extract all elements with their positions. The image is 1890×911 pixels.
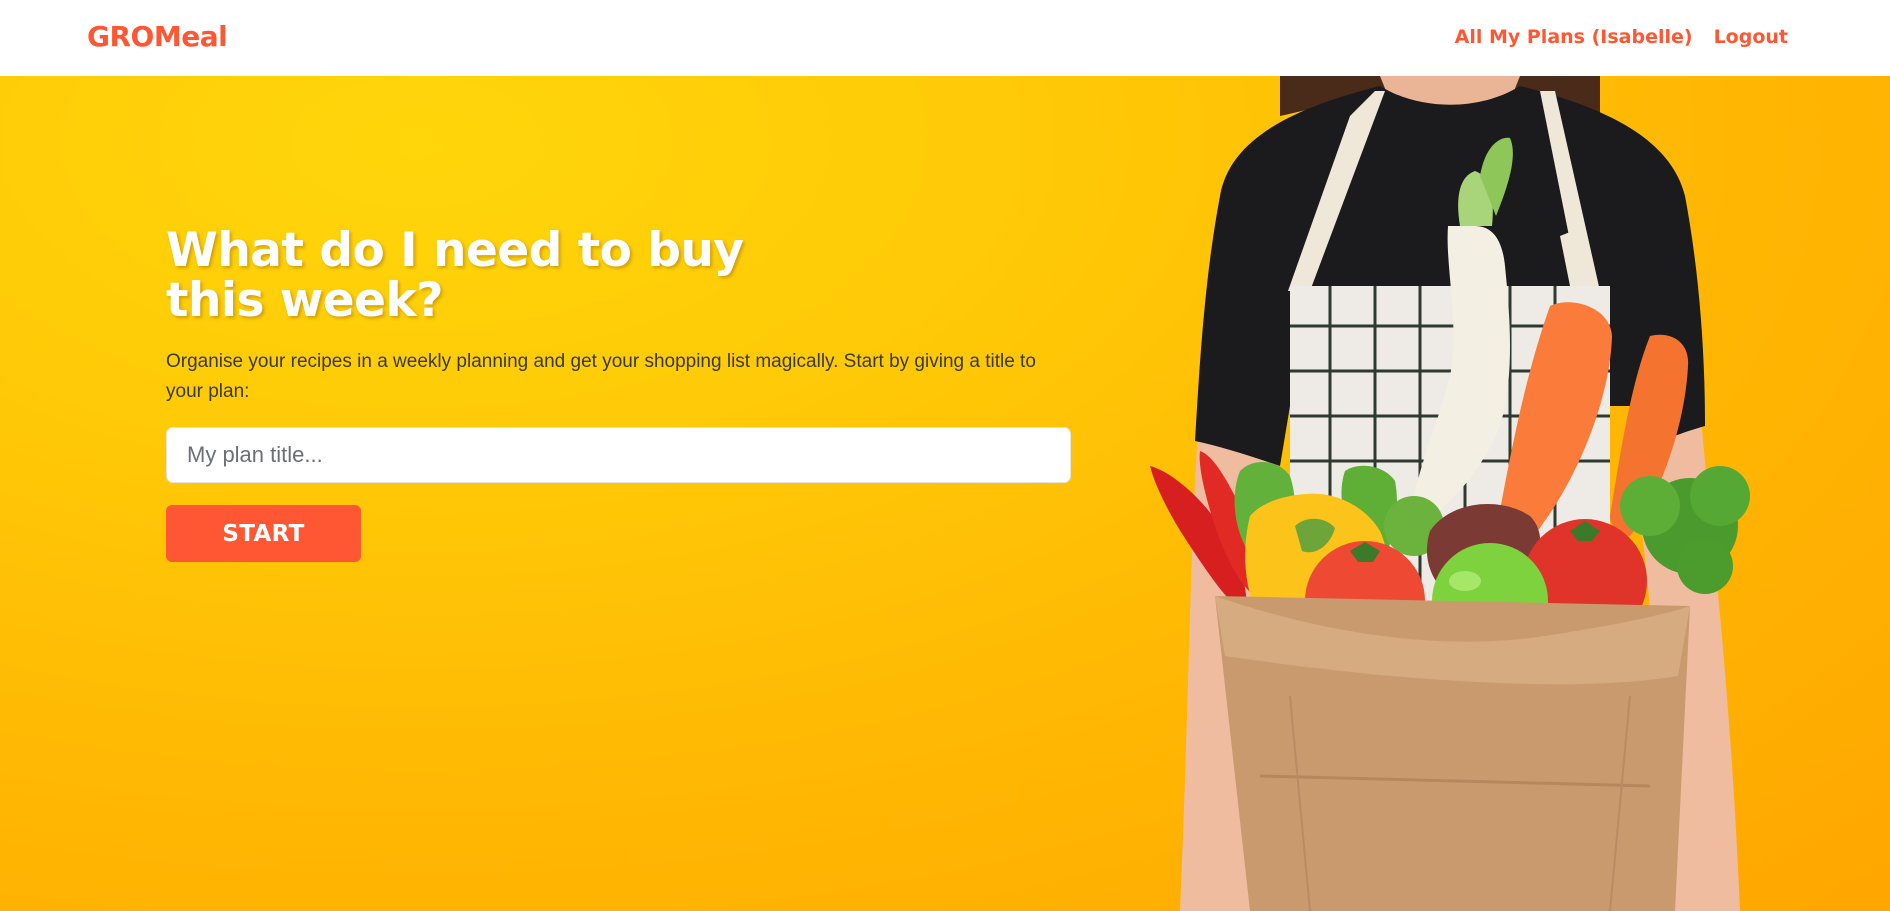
grocery-bag-photo [1150,76,1750,911]
all-my-plans-link[interactable]: All My Plans (Isabelle) [1455,26,1693,48]
navbar: GROMeal All My Plans (Isabelle) Logout [0,0,1890,76]
logout-link[interactable]: Logout [1714,26,1788,48]
start-button[interactable]: START [166,505,361,562]
brand-logo-link[interactable]: GROMeal [87,20,228,53]
hero-content: What do I need to buy this week? Organis… [166,226,1076,562]
hero-section: What do I need to buy this week? Organis… [0,76,1890,911]
plan-title-input[interactable] [166,427,1071,483]
nav-links: All My Plans (Isabelle) Logout [1455,26,1788,48]
hero-title: What do I need to buy this week? [166,223,744,328]
hero-subtitle: Organise your recipes in a weekly planni… [166,351,1036,402]
